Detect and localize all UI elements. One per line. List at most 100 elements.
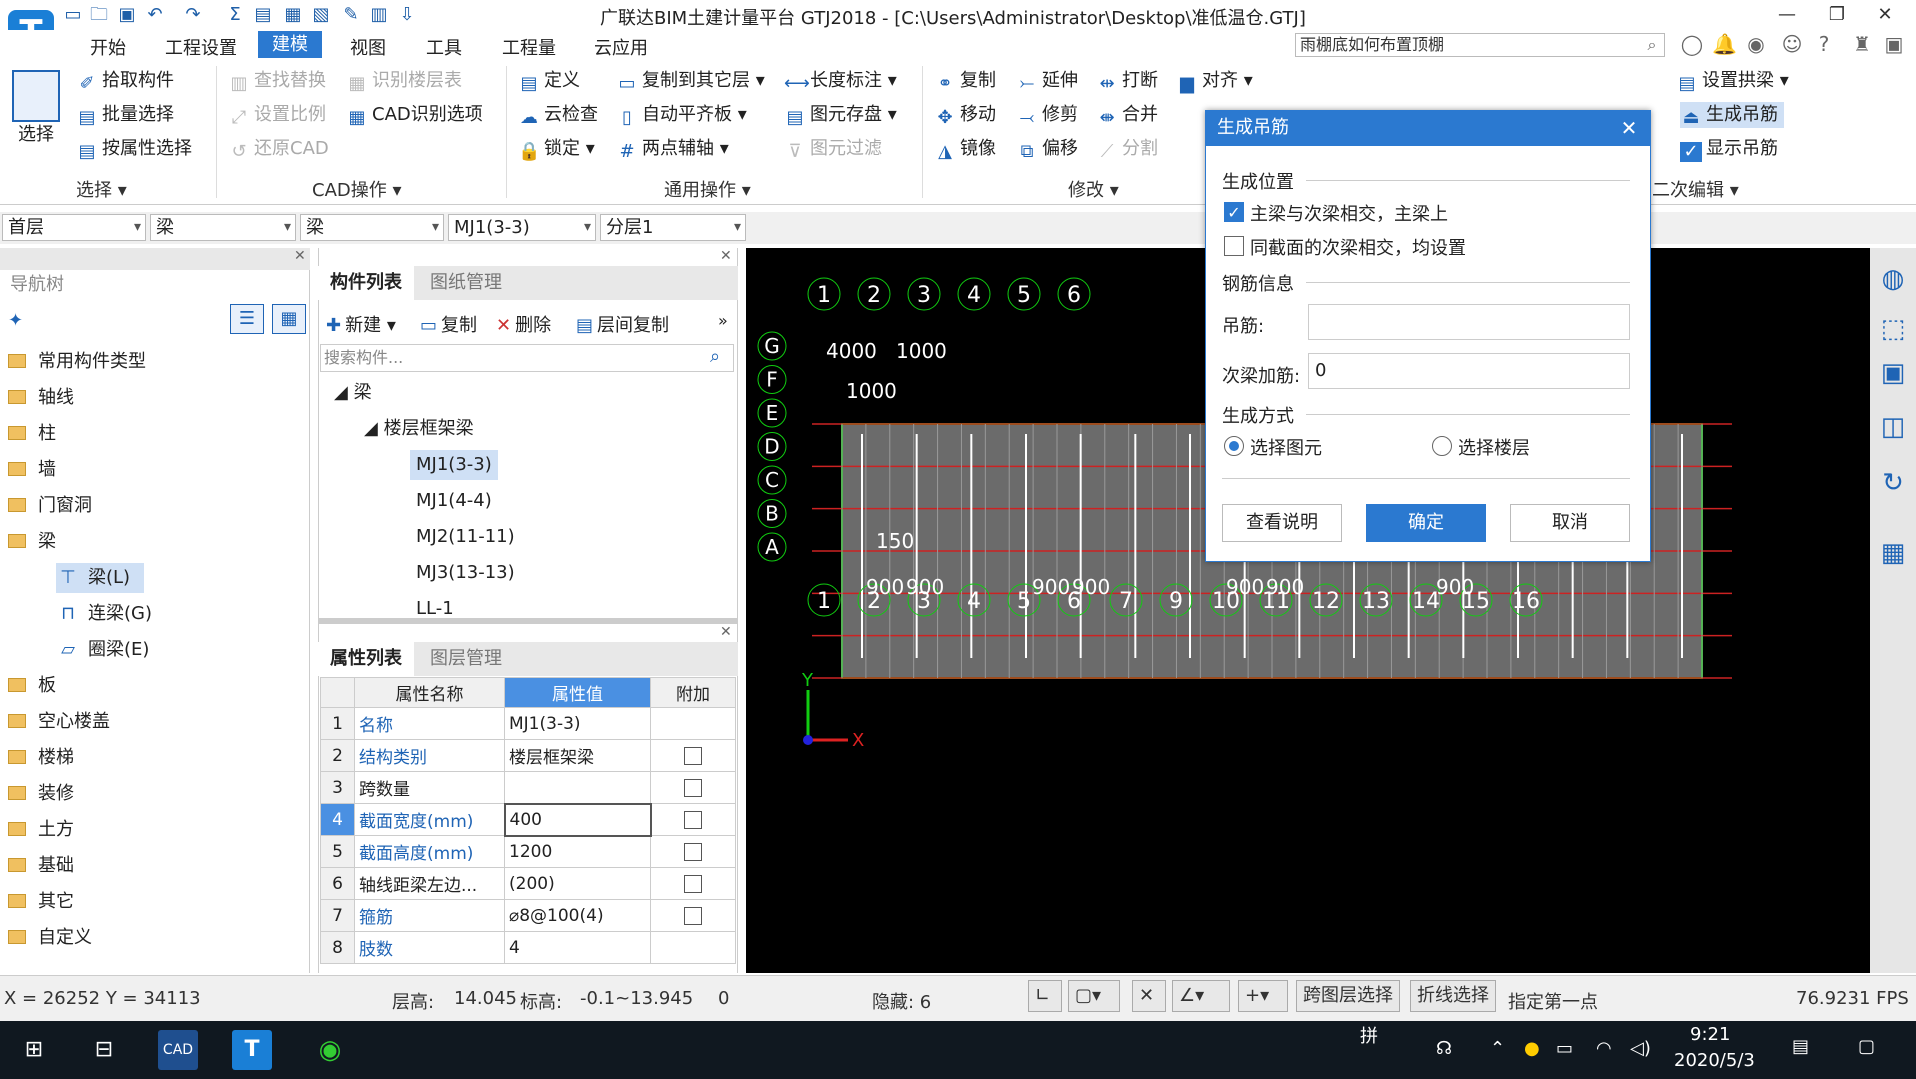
component-search-input[interactable]: 搜索构件... xyxy=(320,344,734,372)
table-row[interactable]: 3 跨数量 xyxy=(320,771,736,804)
lock-button[interactable]: 🔒 锁定 ▾ xyxy=(518,136,595,162)
task-view-icon[interactable]: ⊟ xyxy=(84,1030,124,1070)
tab-layer-manage[interactable]: 图层管理 xyxy=(418,642,514,676)
extra-checkbox[interactable] xyxy=(684,842,702,861)
mode-select-floor-radio[interactable] xyxy=(1432,436,1452,456)
group-cad[interactable]: CAD操作 ▾ xyxy=(312,176,402,202)
new-component-button[interactable]: ✚ 新建 ▾ xyxy=(326,311,396,337)
message-icon[interactable]: ◉ xyxy=(1744,32,1768,56)
nav-item-hollow-floor[interactable]: 空心楼盖 xyxy=(8,707,110,737)
nav-item-other[interactable]: 其它 xyxy=(8,887,74,917)
tree-item-mj1-3[interactable]: MJ1(3-3) xyxy=(410,450,498,480)
splitter[interactable] xyxy=(318,618,738,624)
undo-icon[interactable]: ↶ xyxy=(144,4,166,26)
close-icon[interactable]: ✕ xyxy=(1612,112,1646,144)
cad-identify-options-button[interactable]: ▦ CAD识别选项 xyxy=(346,102,482,128)
nav-item-door-window[interactable]: 门窗洞 xyxy=(8,491,92,521)
floor-select[interactable]: 首层 xyxy=(2,214,146,241)
table-row[interactable]: 2 结构类别 楼层框架梁 xyxy=(320,739,736,772)
offset-button[interactable]: ⧉ 偏移 xyxy=(1016,136,1078,162)
close-icon[interactable]: ✕ xyxy=(294,248,306,264)
component-select[interactable]: MJ1(3-3) xyxy=(448,214,596,241)
show-hanger-checkbox[interactable]: ✓ 显示吊筋 xyxy=(1680,136,1778,162)
table-row[interactable]: 1 名称 MJ1(3-3) xyxy=(320,707,736,740)
report-icon[interactable]: ▤ xyxy=(252,4,274,26)
tree-item-ll1[interactable]: LL-1 xyxy=(416,594,454,616)
nav-item-stairs[interactable]: 楼梯 xyxy=(8,743,74,773)
people-icon[interactable]: ☊ xyxy=(1436,1038,1452,1059)
list-view-icon[interactable]: ☰ xyxy=(230,304,264,334)
restore-cad-button[interactable]: ↺ 还原CAD xyxy=(228,136,328,162)
length-dimension-button[interactable]: ⟷长度标注 ▾ xyxy=(784,68,897,94)
nav-sub-ring-beam[interactable]: ▱ 圈梁(E) xyxy=(56,635,149,665)
nav-sub-beam-l[interactable]: ⊤ 梁(L) xyxy=(56,563,145,593)
nav-item-foundation[interactable]: 基础 xyxy=(8,851,74,881)
clock-time[interactable]: 9:21 xyxy=(1690,1024,1730,1045)
search-icon[interactable]: ⌕ xyxy=(1640,33,1664,57)
nav-item-common[interactable]: 常用构件类型 xyxy=(8,347,146,377)
calculator-icon[interactable]: ▦ xyxy=(1876,536,1910,570)
grid-icon[interactable]: ▥ xyxy=(368,4,390,26)
type-select[interactable]: 梁 xyxy=(300,214,444,241)
table-row[interactable]: 5 截面高度(mm) 1200 xyxy=(320,835,736,868)
option-same-section-checkbox[interactable] xyxy=(1224,236,1244,256)
clock-date[interactable]: 2020/5/3 xyxy=(1674,1050,1755,1071)
cancel-button[interactable]: 取消 xyxy=(1510,504,1630,542)
user-icon[interactable]: ◯ xyxy=(1680,32,1704,56)
sum-icon[interactable]: Σ xyxy=(224,4,246,26)
desktop-icon[interactable]: ▢ xyxy=(1858,1036,1875,1057)
nav-item-slab[interactable]: 板 xyxy=(8,671,56,701)
delete-component-button[interactable]: ✕ 删除 xyxy=(496,311,551,337)
menu-modeling[interactable]: 建模 xyxy=(258,31,322,58)
tree-root-beam[interactable]: ◢ 梁 xyxy=(334,378,372,408)
cross-layer-select-button[interactable]: 跨图层选择 xyxy=(1296,980,1400,1012)
copy-component-button[interactable]: ▭ 复制 xyxy=(420,311,477,337)
layer-select[interactable]: 分层1 xyxy=(600,214,746,241)
extra-checkbox[interactable] xyxy=(684,874,702,893)
open-folder-icon[interactable]: 🗀 xyxy=(88,4,110,26)
layout-icon[interactable]: ▣ xyxy=(1882,32,1906,56)
table-row[interactable]: 7 箍筋 ⌀8@100(4) xyxy=(320,899,736,932)
extend-button[interactable]: ⤚ 延伸 xyxy=(1016,68,1078,94)
tree-item-mj3[interactable]: MJ3(13-13) xyxy=(416,558,515,588)
hanger-input[interactable] xyxy=(1308,304,1630,340)
help-search-input[interactable]: 雨棚底如何布置顶棚 xyxy=(1295,33,1665,57)
tree-item-mj2[interactable]: MJ2(11-11) xyxy=(416,522,515,552)
mode-select-element-radio[interactable] xyxy=(1224,436,1244,456)
trim-button[interactable]: ⤙ 修剪 xyxy=(1016,102,1078,128)
table-row[interactable]: 4 截面宽度(mm) 400 xyxy=(320,802,736,837)
menu-quantity[interactable]: 工程量 xyxy=(502,34,556,60)
angle-icon[interactable]: ∠▾ xyxy=(1172,980,1230,1012)
rotate-icon[interactable]: ↻ xyxy=(1876,466,1910,500)
save-element-button[interactable]: ▤ 图元存盘 ▾ xyxy=(784,102,896,128)
identify-floor-table-button[interactable]: ▦ 识别楼层表 xyxy=(346,68,462,94)
gtj-app-icon[interactable]: T xyxy=(232,1030,272,1070)
set-scale-button[interactable]: ⤢ 设置比例 xyxy=(228,102,326,128)
close-icon[interactable]: ✕ xyxy=(720,624,732,640)
restore-icon[interactable]: ❐ xyxy=(1822,2,1852,28)
table-row[interactable]: 8 肢数 4 xyxy=(320,931,736,964)
menu-tools[interactable]: 工具 xyxy=(426,34,462,60)
notification-icon[interactable]: ▤ xyxy=(1792,1036,1809,1057)
tab-property-list[interactable]: 属性列表 xyxy=(318,642,414,676)
break-button[interactable]: ⇹ 打断 xyxy=(1096,68,1158,94)
service-icon[interactable]: ☺ xyxy=(1780,32,1804,56)
nav-item-column[interactable]: 柱 xyxy=(8,419,56,449)
element-filter-button[interactable]: ⊽ 图元过滤 xyxy=(784,136,882,162)
nav-item-beam[interactable]: 梁 xyxy=(8,527,56,557)
generate-hanger-button[interactable]: ⏏ 生成吊筋 xyxy=(1680,102,1784,128)
split-button[interactable]: ⟋ 分割 xyxy=(1096,136,1158,162)
batch-select-button[interactable]: ▤ 批量选择 xyxy=(76,102,174,128)
ortho-icon[interactable]: ∟ xyxy=(1028,980,1062,1012)
menu-project-settings[interactable]: 工程设置 xyxy=(165,34,237,60)
shirt-icon[interactable]: ♜ xyxy=(1850,32,1874,56)
pen-icon[interactable]: ✎ xyxy=(340,4,362,26)
dynamic-input-icon[interactable]: +▾ xyxy=(1238,980,1288,1012)
wifi-icon[interactable]: ◠ xyxy=(1596,1038,1612,1059)
extra-checkbox[interactable] xyxy=(684,778,702,797)
merge-button[interactable]: ⇼ 合并 xyxy=(1096,102,1158,128)
nav-item-wall[interactable]: 墙 xyxy=(8,455,56,485)
group-select[interactable]: 选择 ▾ xyxy=(76,176,127,202)
select-by-attr-button[interactable]: ▤ 按属性选择 xyxy=(76,136,192,162)
select-tool-icon[interactable] xyxy=(12,70,60,122)
